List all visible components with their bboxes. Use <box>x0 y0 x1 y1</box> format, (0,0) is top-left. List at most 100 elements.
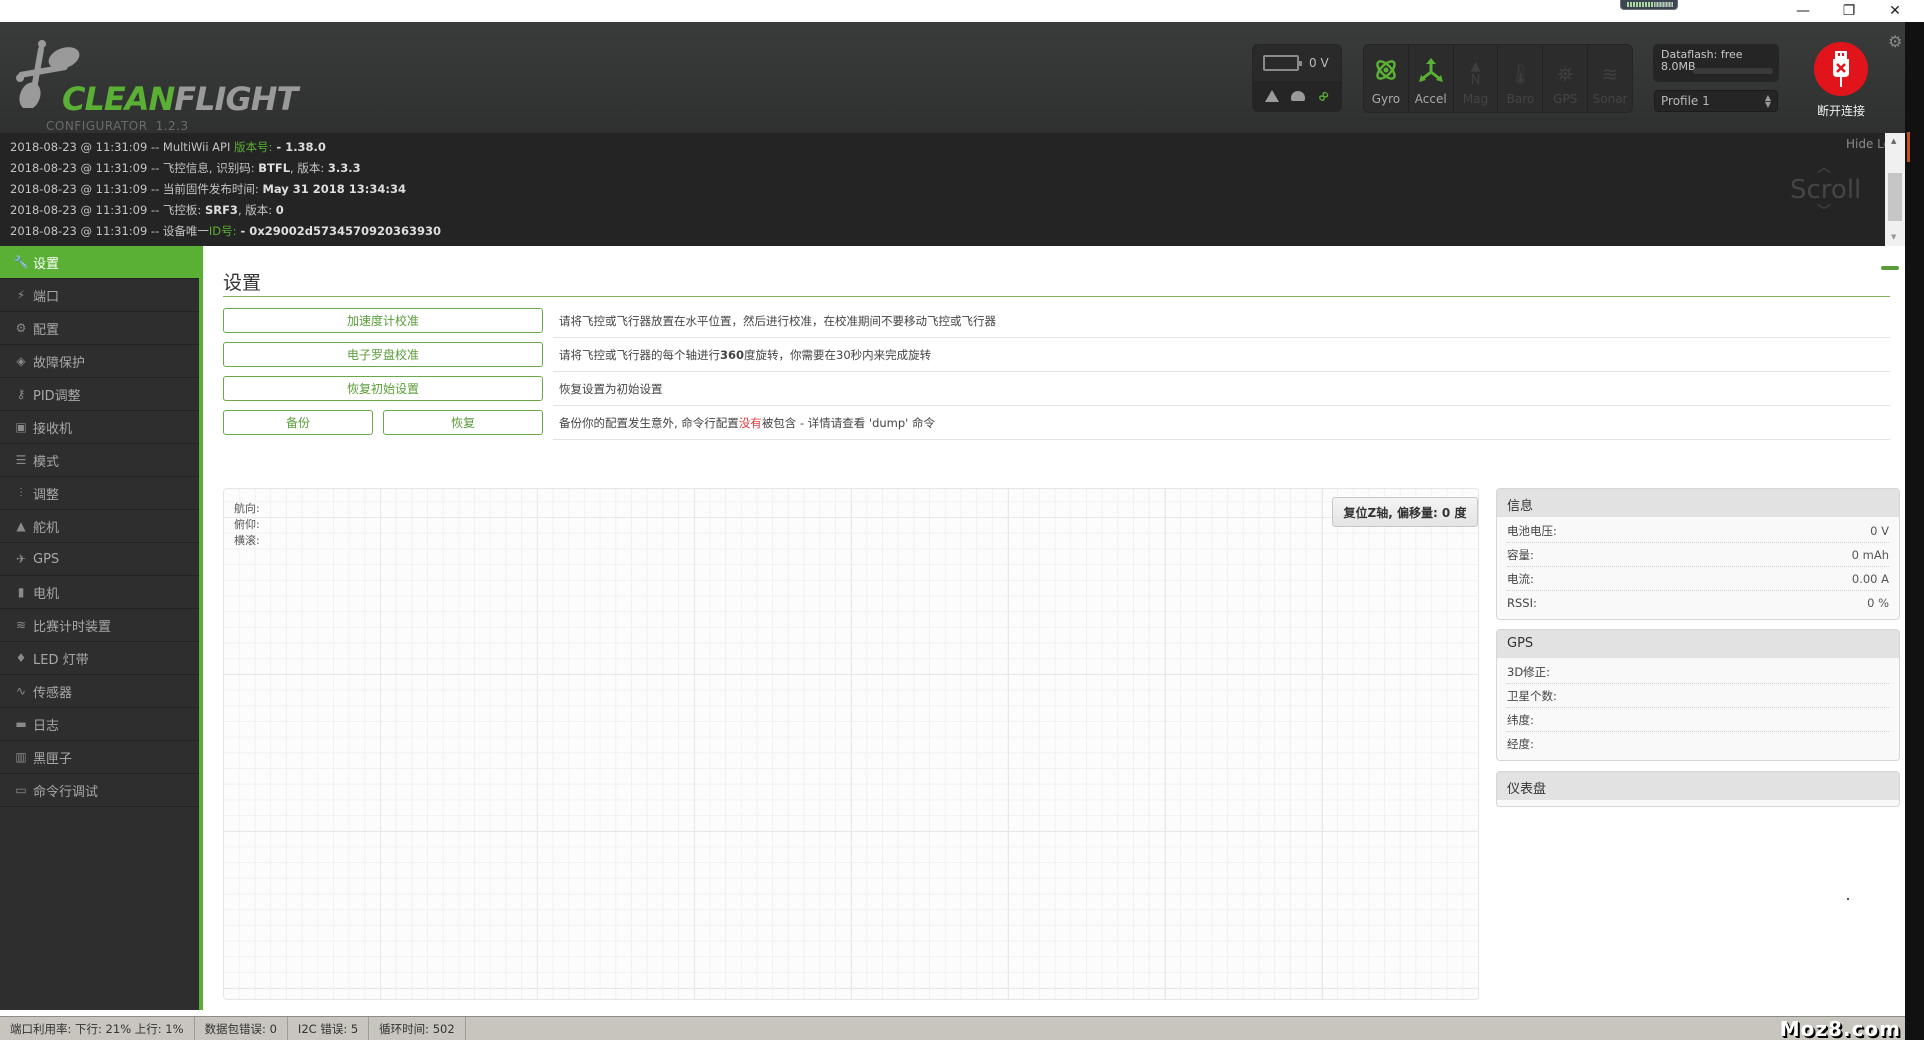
restore-button[interactable]: ❐ <box>1826 0 1872 22</box>
battery-icon <box>1263 55 1302 71</box>
info-panel-title: 信息 <box>1497 489 1899 517</box>
log-panel: 2018-08-23 @ 11:31:09 -- MultiWii API 版本… <box>0 133 1905 246</box>
sidebar-item-15[interactable]: ▥ 黑匣子 <box>0 741 199 774</box>
sidebar-item-13[interactable]: ∿ 传感器 <box>0 675 199 708</box>
chevron-down-icon: ﹀ <box>1817 204 1831 220</box>
instruments-panel-title: 仪表盘 <box>1497 772 1899 800</box>
info-row: RSSI: 0 % <box>1507 596 1889 610</box>
sidebar-item-label: 命令行调试 <box>33 784 99 800</box>
sidebar-item-11[interactable]: ≋ 比赛计时装置 <box>0 609 199 642</box>
sidebar-item-2[interactable]: ⚙ 配置 <box>0 312 199 345</box>
info-row: 容量: 0 mAh <box>1507 543 1889 567</box>
sidebar-item-16[interactable]: ▭ 命令行调试 <box>0 774 199 807</box>
app-window: CLEANFLIGHT CONFIGURATOR 1.2.3 0 V ∞ Gyro <box>0 22 1905 1040</box>
sidebar-item-5[interactable]: ▣ 接收机 <box>0 411 199 444</box>
satellite-icon: ✈ <box>15 552 27 566</box>
sensor-gps: ⛯ GPS <box>1543 45 1589 112</box>
sidebar-item-label: 配置 <box>33 322 60 338</box>
gps-icon: ⛯ <box>1557 62 1574 86</box>
setup-content: 设置 加速度计校准 请将飞控或飞行器放置在水平位置，然后进行校准，在校准期间不要… <box>207 246 1905 1010</box>
brand-name: CLEANFLIGHT <box>62 80 298 118</box>
disconnect-button[interactable] <box>1814 42 1868 96</box>
logo: CLEANFLIGHT CONFIGURATOR 1.2.3 <box>14 36 298 133</box>
receiver-icon: ▣ <box>15 420 27 434</box>
window-titlebar: — ❐ ✕ <box>0 0 1924 22</box>
attitude-readout: 航向: 俯仰: 横滚: <box>234 501 260 549</box>
scroll-up-arrow-icon[interactable]: ▲ <box>1891 137 1896 145</box>
instruments-panel: 仪表盘 <box>1496 771 1900 807</box>
action-row-mag-calibration: 电子罗盘校准 请将飞控或飞行器的每个轴进行360度旋转，你需要在30秒内来完成旋… <box>223 338 1890 372</box>
sidebar-item-label: 接收机 <box>33 421 73 437</box>
screen-edge <box>1905 22 1924 1040</box>
chip-icon: ▥ <box>15 750 27 764</box>
dataflash-status: Dataflash: free 8.0MB <box>1653 44 1779 82</box>
info-row: 电流: 0.00 A <box>1507 567 1889 591</box>
status-bar: 端口利用率: 下行: 21% 上行: 1% 数据包错误: 0 I2C 错误: 5… <box>0 1016 1905 1040</box>
log-icon: ▬ <box>15 717 27 731</box>
baro-icon: 🌡 <box>1507 62 1534 86</box>
title-divider <box>223 296 1890 297</box>
pulse-icon: ∿ <box>15 684 27 698</box>
log-line: 2018-08-23 @ 11:31:09 -- 当前固件发布时间: May 3… <box>10 182 407 196</box>
minimize-button[interactable]: — <box>1780 0 1826 22</box>
sidebar-item-0[interactable]: 🔧 设置 <box>0 246 199 279</box>
port-utilization: 端口利用率: 下行: 21% 上行: 1% <box>0 1016 195 1040</box>
sidebar: 🔧 设置 ⚡ 端口 ⚙ 配置 ◈ 故障保护 ⚷ PID调整 ▣ 接收机 ☰ 模式 ⫶ 调整 ▲ 舵机 ✈ GPS ▮ 电机… <box>0 246 203 1010</box>
sidebar-item-7[interactable]: ⫶ 调整 <box>0 477 199 510</box>
calibrate-mag-button[interactable]: 电子罗盘校准 <box>223 342 543 367</box>
pitch-label: 俯仰: <box>234 518 260 531</box>
page-title: 设置 <box>223 272 262 294</box>
taskbar-thumbnail <box>1620 0 1678 10</box>
header: CLEANFLIGHT CONFIGURATOR 1.2.3 0 V ∞ Gyro <box>0 22 1905 133</box>
brand-subtitle: CONFIGURATOR 1.2.3 <box>46 119 189 133</box>
scroll-down-arrow-icon[interactable]: ▼ <box>1891 233 1896 241</box>
sidebar-item-label: PID调整 <box>33 388 81 404</box>
settings-gear-icon[interactable]: ⚙ <box>1888 32 1902 51</box>
parachute-icon <box>1290 91 1305 101</box>
reset-settings-button[interactable]: 恢复初始设置 <box>223 376 543 401</box>
sidebar-item-label: 舵机 <box>33 520 60 536</box>
parachute-icon: ◈ <box>16 354 26 368</box>
wrench-icon: 🔧 <box>13 255 29 269</box>
sliders-icon: ⫶ <box>19 485 23 500</box>
sidebar-item-8[interactable]: ▲ 舵机 <box>0 510 199 543</box>
profile-select[interactable]: Profile 1 ▲ ▼ <box>1654 90 1778 112</box>
app-version: 1.2.3 <box>155 119 189 133</box>
sidebar-item-10[interactable]: ▮ 电机 <box>0 576 199 609</box>
reset-z-axis-button[interactable]: 复位Z轴, 偏移量: 0 度 <box>1332 497 1478 527</box>
battery-voltage: 0 V <box>1309 56 1329 70</box>
stray-dot <box>1847 898 1849 900</box>
sidebar-item-label: 日志 <box>33 718 60 734</box>
action-row-accel-calibration: 加速度计校准 请将飞控或飞行器放置在水平位置，然后进行校准，在校准期间不要移动飞… <box>223 304 1890 338</box>
gps-row: 经度: <box>1507 737 1534 751</box>
sidebar-item-label: 黑匣子 <box>33 751 73 767</box>
dataflash-usage-bar <box>1693 68 1773 74</box>
collapse-button[interactable] <box>1881 266 1899 270</box>
close-button[interactable]: ✕ <box>1872 0 1918 22</box>
backup-button[interactable]: 备份 <box>223 410 373 435</box>
gyro-icon <box>1374 58 1398 90</box>
scroll-hint: ︿ Scroll ﹀ <box>1790 160 1862 220</box>
sidebar-item-label: 端口 <box>33 289 60 305</box>
sidebar-item-3[interactable]: ◈ 故障保护 <box>0 345 199 378</box>
i2c-error: I2C 错误: 5 <box>288 1016 370 1040</box>
log-scrollbar[interactable]: ▲ ▼ <box>1885 133 1905 246</box>
sidebar-item-9[interactable]: ✈ GPS <box>0 543 199 576</box>
restore-button[interactable]: 恢复 <box>383 410 543 435</box>
plug-icon: ⚡ <box>16 288 26 302</box>
sidebar-item-label: GPS <box>33 551 60 567</box>
log-lines: 2018-08-23 @ 11:31:09 -- MultiWii API 版本… <box>10 137 441 242</box>
sidebar-item-6[interactable]: ☰ 模式 <box>0 444 199 477</box>
scrollbar-thumb[interactable] <box>1888 173 1902 221</box>
sitemap-icon: ⚷ <box>16 387 26 401</box>
sidebar-item-4[interactable]: ⚷ PID调整 <box>0 378 199 411</box>
action-row-backup-restore: 备份 恢复 备份你的配置发生意外, 命令行配置没有被包含 - 详情请查看 'du… <box>223 406 1890 440</box>
chevron-up-icon: ︿ <box>1817 160 1831 176</box>
sidebar-item-1[interactable]: ⚡ 端口 <box>0 279 199 312</box>
sidebar-item-14[interactable]: ▬ 日志 <box>0 708 199 741</box>
calibrate-accel-button[interactable]: 加速度计校准 <box>223 308 543 333</box>
transponder-icon: ≋ <box>15 618 27 632</box>
gps-row: 3D修正: <box>1507 660 1889 684</box>
model-3d-view[interactable]: 航向: 俯仰: 横滚: 复位Z轴, 偏移量: 0 度 <box>223 488 1479 1000</box>
sidebar-item-12[interactable]: ♦ LED 灯带 <box>0 642 199 675</box>
